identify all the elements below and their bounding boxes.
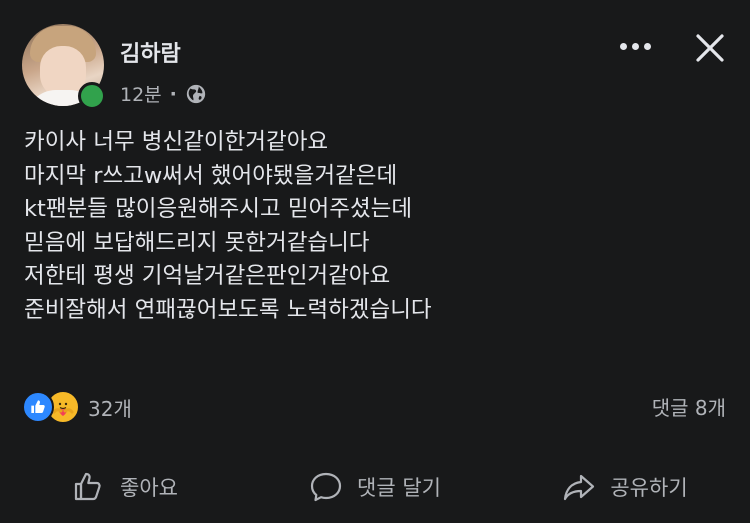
post-line: 카이사 너무 병신같이한거같아요 — [24, 129, 329, 155]
close-icon[interactable] — [690, 28, 730, 68]
more-dot-icon — [644, 42, 651, 50]
post-body: 카이사 너무 병신같이한거같아요 마지막 r쓰고w써서 했어야됐을거같은데 kt… — [24, 126, 724, 327]
like-button[interactable]: 좋아요 — [0, 458, 250, 516]
more-dot-icon — [632, 42, 639, 50]
more-options-button[interactable] — [620, 34, 660, 58]
post-line: 믿음에 보답해드리지 못한거같습니다 — [24, 229, 370, 256]
share-label: 공유하기 — [610, 476, 688, 500]
share-arrow-icon — [564, 474, 595, 501]
comment-count[interactable]: 댓글 8개 — [652, 392, 726, 421]
post-line: kt팬분들 많이응원해주시고 믿어주셨는데 — [24, 196, 413, 222]
post-line: 마지막 r쓰고w써서 했어야됐을거같은데 — [24, 162, 398, 189]
post-time[interactable]: 12분 — [120, 80, 162, 107]
like-reaction-icon — [22, 391, 54, 423]
thumbs-up-icon — [74, 472, 101, 501]
post-line: 준비잘해서 연패끊어보도록 노력하겠습니다 — [24, 296, 432, 323]
like-label: 좋아요 — [120, 476, 178, 500]
comment-bubble-icon — [310, 472, 342, 502]
meta-separator: · — [169, 82, 177, 105]
share-button[interactable]: 공유하기 — [500, 458, 750, 516]
post-line: 저한테 평생 기억날거같은판인거같아요 — [24, 263, 391, 289]
author-name[interactable]: 김하람 — [120, 36, 181, 68]
more-dot-icon — [620, 42, 627, 50]
reactions-summary[interactable]: 32개 — [22, 390, 132, 424]
post-meta: 12분 · — [120, 80, 207, 107]
online-status-indicator — [78, 82, 106, 110]
comment-button[interactable]: 댓글 달기 — [250, 458, 500, 516]
comment-label: 댓글 달기 — [357, 476, 441, 500]
post-actions: 좋아요 댓글 달기 공유하기 — [0, 458, 750, 516]
reaction-count[interactable]: 32개 — [88, 393, 132, 422]
globe-icon[interactable] — [185, 83, 207, 105]
